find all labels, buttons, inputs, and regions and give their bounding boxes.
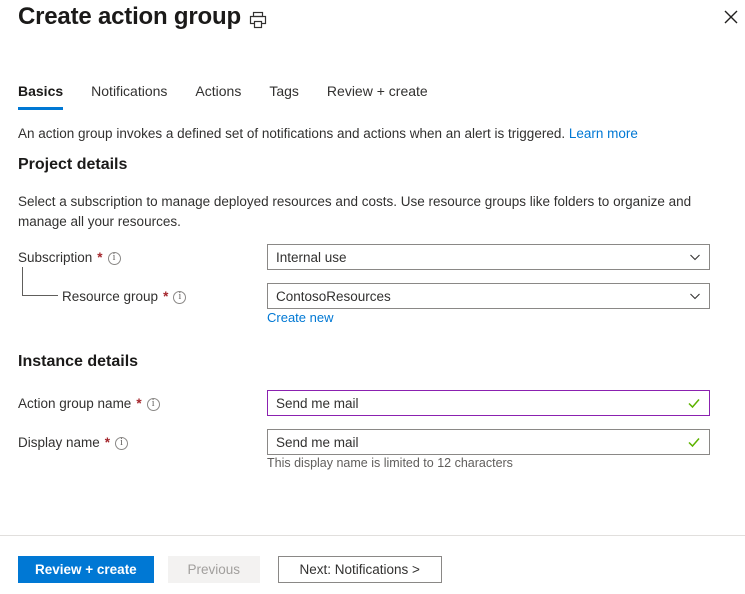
review-create-button[interactable]: Review + create <box>18 556 154 583</box>
resource-group-required-asterisk: * <box>163 289 169 304</box>
footer-divider <box>0 535 745 536</box>
resource-group-tree-connector <box>22 267 58 296</box>
display-name-required-asterisk: * <box>104 435 111 450</box>
subscription-required-asterisk: * <box>97 250 103 265</box>
subscription-dropdown[interactable]: Internal use <box>267 244 710 270</box>
tab-notifications[interactable]: Notifications <box>91 82 181 110</box>
action-group-name-value: Send me mail <box>276 395 359 411</box>
display-name-value: Send me mail <box>276 434 359 450</box>
project-details-heading: Project details <box>18 156 128 173</box>
info-icon[interactable] <box>173 290 187 304</box>
resource-group-value: ContosoResources <box>276 288 391 304</box>
subscription-label-text: Subscription <box>18 250 93 265</box>
project-details-description: Select a subscription to manage deployed… <box>18 194 692 229</box>
display-name-input[interactable]: Send me mail <box>267 429 710 455</box>
create-new-resource-group-link[interactable]: Create new <box>267 310 333 325</box>
action-group-name-required-asterisk: * <box>136 396 142 411</box>
blade-header: Create action group <box>0 0 745 56</box>
display-name-helper-text: This display name is limited to 12 chara… <box>267 456 513 470</box>
display-name-label: Display name * <box>18 435 129 450</box>
action-group-name-label-text: Action group name <box>18 396 132 411</box>
previous-button: Previous <box>167 556 260 583</box>
tab-basics[interactable]: Basics <box>18 82 77 110</box>
footer-actions: Review + create Previous Next: Notificat… <box>18 556 442 583</box>
tab-actions[interactable]: Actions <box>195 82 255 110</box>
tab-tags[interactable]: Tags <box>269 82 313 110</box>
display-name-label-text: Display name <box>18 435 100 450</box>
tab-review-create[interactable]: Review + create <box>327 82 442 110</box>
printer-icon[interactable] <box>248 10 268 30</box>
instance-details-heading: Instance details <box>18 353 139 370</box>
action-group-name-input[interactable]: Send me mail <box>267 390 710 416</box>
info-icon[interactable] <box>107 251 121 265</box>
chevron-down-icon <box>689 290 701 302</box>
resource-group-dropdown[interactable]: ContosoResources <box>267 283 710 309</box>
intro-text: An action group invokes a defined set of… <box>18 125 638 143</box>
learn-more-link[interactable]: Learn more <box>569 126 638 141</box>
intro-sentence: An action group invokes a defined set of… <box>18 126 566 141</box>
action-group-name-label: Action group name * <box>18 396 160 411</box>
subscription-label: Subscription * <box>18 250 121 265</box>
checkmark-icon <box>687 396 701 410</box>
page-title: Create action group <box>18 3 241 30</box>
wizard-tabs: Basics Notifications Actions Tags Review… <box>18 82 456 110</box>
resource-group-label: Resource group * <box>62 289 187 304</box>
close-icon[interactable] <box>722 8 740 26</box>
subscription-value: Internal use <box>276 249 347 265</box>
info-icon[interactable] <box>115 436 129 450</box>
checkmark-icon <box>687 435 701 449</box>
resource-group-label-text: Resource group <box>62 289 159 304</box>
next-notifications-button[interactable]: Next: Notifications > <box>277 556 442 583</box>
chevron-down-icon <box>689 251 701 263</box>
info-icon[interactable] <box>146 397 160 411</box>
